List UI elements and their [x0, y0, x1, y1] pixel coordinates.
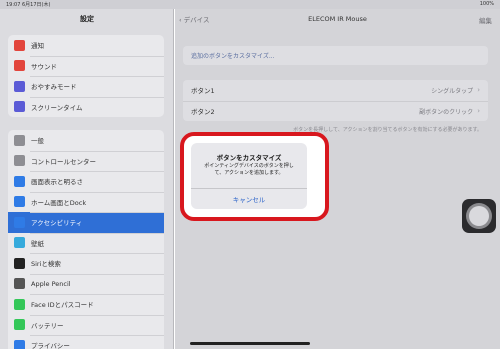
sidebar-item[interactable]: Apple Pencil: [8, 273, 164, 295]
settings-sidebar: 設定 通知サウンドおやすみモード スクリーンタイム 一般コントロールセンター 画面表…: [0, 9, 174, 349]
moon-icon: [14, 80, 25, 92]
button2-label: ボタン2: [191, 108, 215, 117]
accessibility-icon: [14, 216, 25, 228]
sidebar-item[interactable]: 通知: [8, 35, 164, 56]
button2-value: 副ボタンのクリック: [419, 108, 474, 116]
sidebar-item[interactable]: スクリーンタイム: [8, 96, 164, 118]
sidebar-item-label: サウンド: [31, 62, 57, 71]
sidebar-item[interactable]: おやすみモード: [8, 76, 164, 97]
button-list: ボタン1 シングルタップ › ボタン2 副ボタンのクリック ›: [183, 80, 488, 121]
hand-icon: [14, 339, 25, 349]
hourglass-icon: [14, 101, 25, 113]
sidebar-item[interactable]: プライバシー: [8, 335, 164, 349]
sidebar-item[interactable]: バッテリー: [8, 314, 164, 336]
faceid-icon: [14, 298, 25, 310]
sidebar-item-label: プライバシー: [31, 342, 70, 349]
sidebar-item-label: コントロールセンター: [31, 157, 96, 166]
sidebar-item[interactable]: 壁紙: [8, 232, 164, 254]
sidebar-item-label: 壁紙: [31, 239, 44, 248]
sidebar-item-label: 画面表示と明るさ: [31, 178, 83, 187]
assistive-touch-icon: [469, 206, 489, 226]
button1-value: シングルタップ: [431, 87, 474, 95]
sidebar-item[interactable]: 一般: [8, 130, 164, 151]
sound-icon: [14, 60, 25, 72]
sidebar-item-label: Face IDとパスコード: [31, 301, 94, 310]
home-indicator[interactable]: [190, 342, 310, 345]
button2-row[interactable]: ボタン2 副ボタンのクリック ›: [183, 100, 488, 122]
cancel-button[interactable]: キャンセル: [191, 189, 307, 209]
sidebar-item[interactable]: 画面表示と明るさ: [8, 171, 164, 192]
button1-label: ボタン1: [191, 87, 215, 96]
sidebar-group-1: 通知サウンドおやすみモード スクリーンタイム: [8, 35, 164, 117]
button1-row[interactable]: ボタン1 シングルタップ ›: [183, 80, 488, 101]
notification-icon: [14, 39, 25, 51]
sidebar-title: 設定: [80, 15, 94, 23]
sidebar-item-label: ホーム画面とDock: [31, 198, 87, 207]
edit-button[interactable]: 編集: [479, 15, 492, 25]
status-battery: 100%: [479, 1, 494, 7]
sidebar-item-label: Siriと検索: [31, 260, 61, 269]
chevron-right-icon: ›: [477, 86, 480, 95]
sidebar-item[interactable]: アクセシビリティ: [8, 212, 164, 233]
sidebar-item-label: 一般: [31, 137, 44, 146]
alert-title: ボタンをカスタマイズ: [216, 154, 282, 162]
pencil-icon: [14, 278, 25, 290]
sidebar-item-label: おやすみモード: [31, 83, 77, 92]
alert-message: ポインティングデバイスのボタンを押して、アクションを追加します。: [204, 163, 294, 176]
sidebar-item[interactable]: ホーム画面とDock: [8, 191, 164, 213]
sidebar-item-label: Apple Pencil: [31, 279, 71, 288]
gear-icon: [14, 134, 25, 146]
siri-icon: [14, 257, 25, 269]
customize-buttons-link[interactable]: 追加のボタンをカスタマイズ...: [183, 46, 488, 65]
status-time: 19:07 6月17日(木): [6, 2, 51, 8]
sidebar-group-2: 一般コントロールセンター 画面表示と明るさ ホーム画面とDock アクセシビリティ 壁紙…: [8, 130, 164, 349]
wallpaper-icon: [14, 237, 25, 249]
detail-title: ELECOM IR Mouse: [308, 15, 367, 23]
footer-note: ボタンを長押しして、アクションを割り当てるボタンを有効にする必要があります。: [293, 127, 482, 133]
customize-alert: ボタンをカスタマイズ ポインティングデバイスのボタンを押して、アクションを追加し…: [191, 143, 307, 209]
sidebar-item-label: スクリーンタイム: [31, 103, 83, 112]
sidebar-item[interactable]: コントロールセンター: [8, 150, 164, 172]
sidebar-item[interactable]: Siriと検索: [8, 253, 164, 274]
aa-icon: [14, 175, 25, 187]
sidebar-item[interactable]: Face IDとパスコード: [8, 294, 164, 315]
grid-icon: [14, 196, 25, 208]
assistive-touch-button[interactable]: [462, 199, 496, 233]
sidebar-item-label: バッテリー: [31, 321, 64, 330]
status-bar: 19:07 6月17日(木) 100%: [0, 0, 500, 9]
sidebar-item[interactable]: サウンド: [8, 55, 164, 77]
chevron-right-icon: ›: [477, 107, 480, 116]
toggles-icon: [14, 155, 25, 167]
battery-icon: [14, 319, 25, 331]
sidebar-item-label: 通知: [31, 42, 44, 51]
sidebar-item-label: アクセシビリティ: [31, 219, 83, 228]
